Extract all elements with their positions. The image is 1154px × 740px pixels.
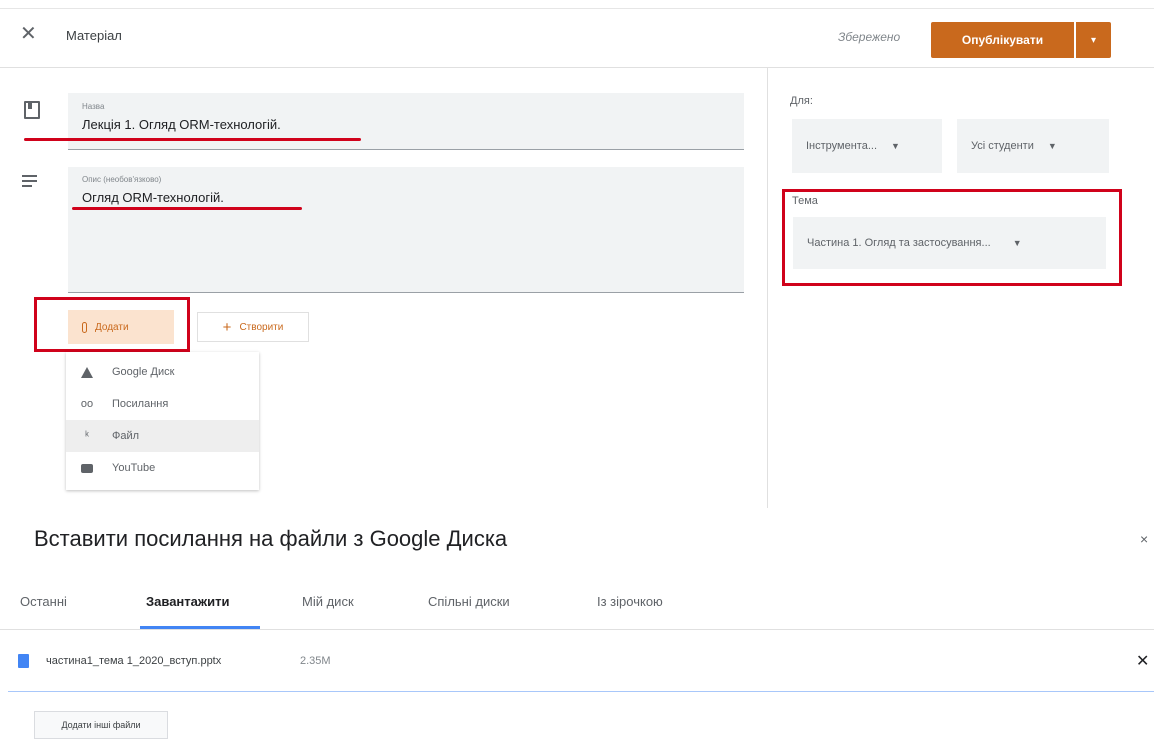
- dialog-title: Вставити посилання на файли з Google Дис…: [34, 526, 508, 551]
- course-select-value: Інструмента...: [806, 140, 877, 152]
- description-icon: [22, 175, 37, 190]
- menu-item-link[interactable]: oo Посилання: [66, 388, 259, 420]
- annotation-box-topic: [782, 189, 1122, 286]
- create-button-label: Створити: [239, 321, 284, 333]
- menu-item-label: Посилання: [112, 398, 169, 410]
- paperclip-icon: ᵏ: [85, 430, 89, 442]
- chevron-down-icon: ▼: [891, 141, 900, 151]
- students-select[interactable]: Усі студенти ▼: [957, 119, 1109, 173]
- menu-item-label: YouTube: [112, 462, 156, 474]
- file-size: 2.35M: [300, 655, 331, 667]
- tab-my-drive[interactable]: Мій диск: [302, 594, 354, 609]
- panel-divider: [767, 68, 768, 508]
- file-row-divider: [8, 691, 1154, 692]
- create-button[interactable]: + Створити: [197, 312, 309, 342]
- title-field-label: Назва: [82, 102, 105, 111]
- title-field-value[interactable]: Лекція 1. Огляд ORM-технологій.: [82, 117, 281, 132]
- course-select[interactable]: Інструмента... ▼: [792, 119, 942, 173]
- description-field[interactable]: [68, 167, 744, 293]
- tab-recent[interactable]: Останні: [20, 594, 67, 609]
- add-more-files-button[interactable]: Додати інші файли: [34, 711, 168, 739]
- tabs-divider: [0, 629, 1154, 630]
- menu-item-youtube[interactable]: YouTube: [66, 452, 259, 484]
- close-icon[interactable]: ×: [1140, 531, 1148, 547]
- description-field-value[interactable]: Огляд ORM-технологій.: [82, 190, 224, 205]
- file-name: частина1_тема 1_2020_вступ.pptx: [46, 655, 222, 667]
- tab-upload[interactable]: Завантажити: [146, 594, 229, 609]
- page-title: Матеріал: [66, 28, 122, 43]
- remove-file-icon[interactable]: ✕: [1136, 651, 1149, 671]
- tab-shared-drives[interactable]: Спільні диски: [428, 594, 510, 609]
- menu-item-file[interactable]: ᵏ Файл: [66, 420, 259, 452]
- close-icon[interactable]: ✕: [20, 24, 37, 44]
- annotation-box-add: [34, 297, 190, 352]
- publish-dropdown-button[interactable]: ▾: [1076, 22, 1111, 58]
- file-icon: [18, 654, 29, 668]
- annotation-underline-title: [24, 138, 361, 141]
- description-field-label: Опис (необов'язково): [82, 175, 162, 184]
- publish-button[interactable]: Опублікувати: [931, 22, 1074, 58]
- youtube-icon: [81, 463, 93, 473]
- saved-status: Збережено: [838, 30, 901, 44]
- tab-starred[interactable]: Із зірочкою: [597, 594, 663, 609]
- annotation-underline-description: [72, 207, 302, 210]
- chevron-down-icon: ▼: [1047, 141, 1057, 151]
- menu-item-google-drive[interactable]: Google Диск: [66, 356, 259, 388]
- add-menu: Google Диск oo Посилання ᵏ Файл YouTube: [66, 352, 259, 490]
- link-icon: oo: [80, 398, 94, 410]
- google-drive-icon: [81, 366, 93, 378]
- students-select-value: Усі студенти: [971, 140, 1034, 152]
- menu-item-label: Google Диск: [112, 366, 175, 378]
- document-icon: [24, 101, 40, 119]
- plus-icon: +: [222, 318, 232, 336]
- menu-item-label: Файл: [112, 430, 140, 442]
- for-label: Для:: [790, 95, 813, 107]
